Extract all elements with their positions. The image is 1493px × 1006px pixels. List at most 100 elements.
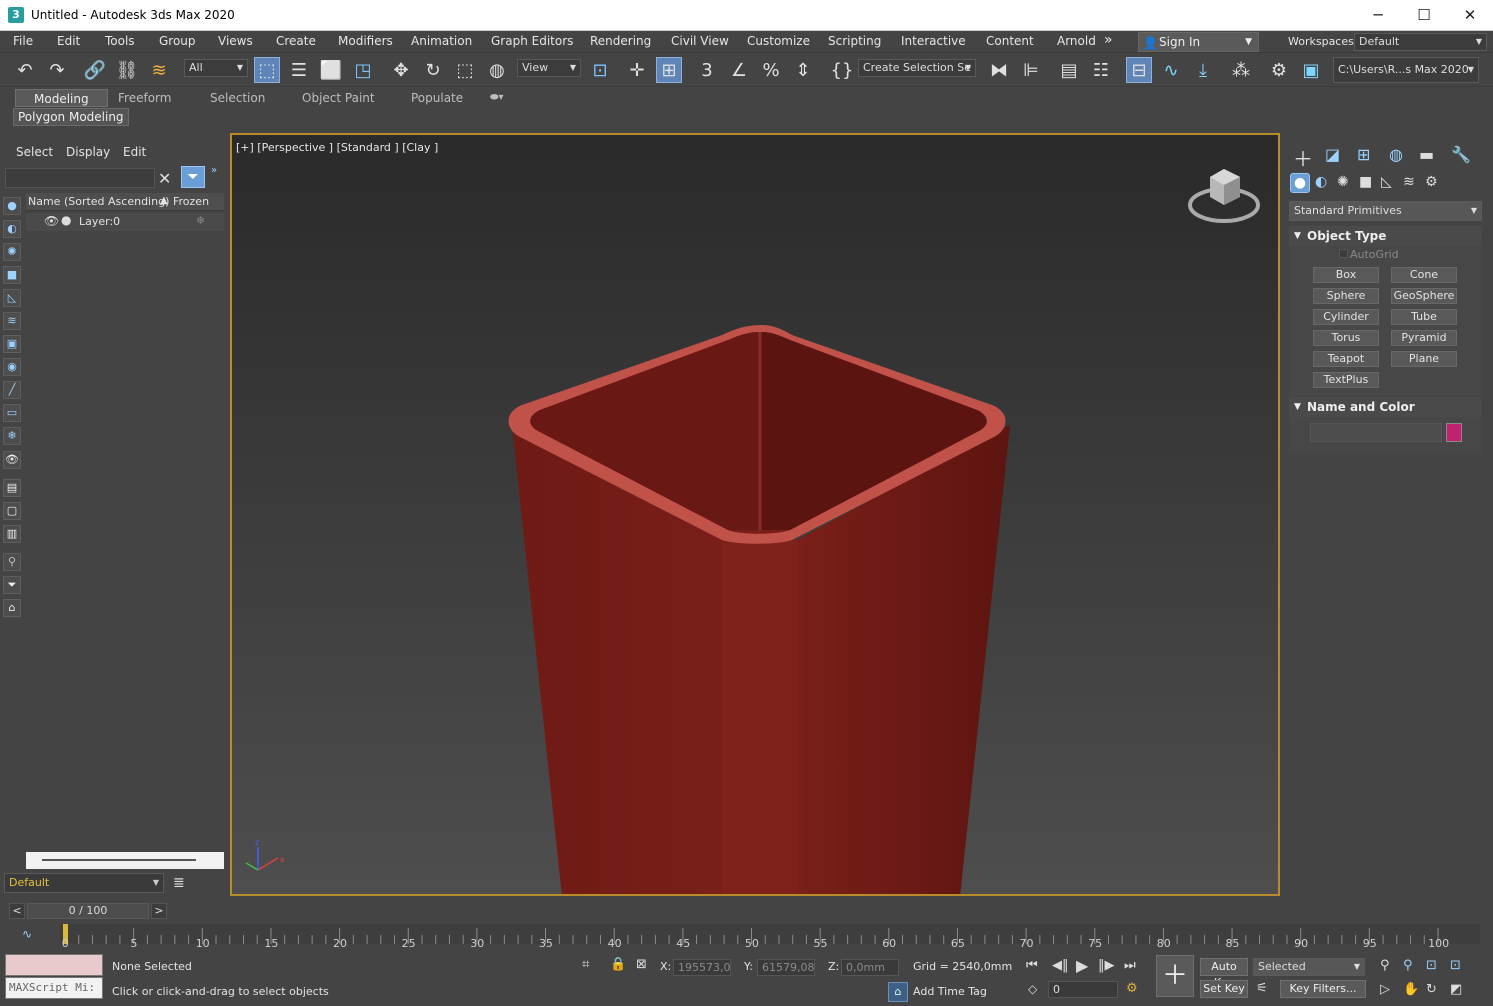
lights-filter-icon[interactable]: ✺ (3, 243, 21, 261)
scene-search-input[interactable] (5, 168, 155, 188)
lights-icon[interactable]: ✺ (1337, 174, 1349, 190)
align-icon[interactable]: ⊫ (1018, 57, 1044, 83)
tube-object[interactable] (508, 325, 1011, 894)
ribbon-tab-selection[interactable]: Selection (210, 89, 265, 107)
render-toggle-icon[interactable]: ● (61, 213, 71, 227)
layer-explorer-icon[interactable]: ☷ (1088, 57, 1114, 83)
cameras-filter-icon[interactable]: ■ (3, 266, 21, 284)
autogrid-checkbox[interactable] (1339, 249, 1348, 258)
layer-row[interactable]: 👁 ● Layer:0 ❄ (26, 213, 224, 231)
zoom-extents-icon[interactable]: ⊡ (1426, 958, 1437, 973)
menu-more-icon[interactable]: » (1104, 32, 1113, 48)
menu-edit[interactable]: Edit (57, 34, 80, 48)
add-time-tag[interactable]: Add Time Tag (913, 985, 987, 998)
selection-filter-dropdown[interactable]: All ▼ (184, 59, 248, 77)
link-icon[interactable]: 🔗 (82, 57, 108, 83)
menu-graph-editors[interactable]: Graph Editors (491, 34, 573, 48)
menu-modifiers[interactable]: Modifiers (338, 34, 393, 48)
selection-lock-icon[interactable]: 🔒 (610, 957, 626, 972)
menu-customize[interactable]: Customize (747, 34, 810, 48)
expand-icon[interactable]: » (211, 165, 217, 176)
menu-rendering[interactable]: Rendering (590, 34, 651, 48)
y-coord-field[interactable]: 61579,088 (757, 959, 815, 976)
zoom-extents-all-icon[interactable]: ⊡ (1450, 958, 1461, 973)
eye-icon[interactable]: 👁 (44, 214, 59, 228)
prev-frame-button[interactable]: < (9, 903, 25, 919)
menu-views[interactable]: Views (218, 34, 253, 48)
pan-icon[interactable]: ✋ (1403, 982, 1419, 997)
layers-icon[interactable]: ≣ (173, 875, 185, 891)
bind-space-warp-icon[interactable]: ≋ (146, 57, 172, 83)
select-manipulate-icon[interactable]: ✛ (624, 57, 650, 83)
key-filters-icon[interactable]: ⚟ (1256, 981, 1268, 996)
containers-filter-icon[interactable]: ▭ (3, 404, 21, 422)
scene-menu-edit[interactable]: Edit (123, 145, 146, 159)
xrefs-filter-icon[interactable]: ◉ (3, 358, 21, 376)
ribbon-tab-modeling[interactable]: Modeling (15, 89, 108, 107)
menu-create[interactable]: Create (276, 34, 316, 48)
create-tab-icon[interactable]: ＋ (1293, 143, 1313, 172)
spacewarps-icon[interactable]: ≋ (1403, 174, 1415, 190)
field-of-view-icon[interactable]: ▷ (1380, 982, 1390, 997)
sync-selection-icon[interactable]: ⌂ (3, 599, 21, 617)
ribbon-subtab-polygon-modeling[interactable]: Polygon Modeling (13, 108, 129, 126)
object-color-swatch[interactable] (1446, 423, 1462, 442)
menu-content[interactable]: Content (986, 34, 1034, 48)
find-filter-icon[interactable]: ⚲ (3, 553, 21, 571)
named-selection-dropdown[interactable]: Create Selection Se ▼ (858, 59, 976, 77)
frozen-column-header[interactable]: Frozen (173, 195, 209, 208)
name-color-rollout-header[interactable]: ▼ Name and Color (1289, 397, 1482, 417)
key-filters-button[interactable]: Key Filters... (1280, 980, 1366, 998)
set-key-button[interactable]: Set Key (1200, 980, 1248, 998)
viewport-perspective[interactable]: [+] [Perspective ] [Standard ] [Clay ] x… (230, 133, 1280, 896)
rendered-frame-window-icon[interactable]: ▣ (1298, 57, 1324, 83)
ref-coord-dropdown[interactable]: View ▼ (517, 59, 581, 77)
place-icon[interactable]: ◍ (484, 57, 510, 83)
scene-menu-display[interactable]: Display (66, 145, 110, 159)
select-object-icon[interactable]: ⬚ (254, 57, 280, 83)
helpers-icon[interactable]: ◺ (1381, 174, 1392, 190)
previous-key-icon[interactable]: ◀‖ (1052, 958, 1069, 973)
filter-icon[interactable]: ⏷ (181, 166, 205, 188)
auto-key-button[interactable]: Auto Key (1200, 958, 1248, 989)
mirror-icon[interactable]: ⧓ (986, 57, 1012, 83)
geosphere-button[interactable]: GeoSphere (1391, 288, 1457, 304)
menu-civil-view[interactable]: Civil View (671, 34, 729, 48)
rect-selection-icon[interactable]: ⬜ (318, 57, 344, 83)
menu-group[interactable]: Group (159, 34, 196, 48)
minimize-button[interactable]: ─ (1355, 0, 1401, 31)
systems-icon[interactable]: ⚙ (1425, 174, 1438, 190)
unlink-icon[interactable]: ⛓ (114, 57, 140, 83)
key-mode-dropdown[interactable]: Selected ▼ (1253, 958, 1365, 976)
geometry-icon[interactable]: ● (1290, 173, 1310, 193)
scene-menu-select[interactable]: Select (16, 145, 53, 159)
motion-tab-icon[interactable]: ◍ (1389, 145, 1403, 164)
ribbon-tab-object-paint[interactable]: Object Paint (302, 89, 375, 107)
viewcube-icon[interactable] (1188, 169, 1260, 223)
shapes-filter-icon[interactable]: ◐ (3, 220, 21, 238)
time-tag-icon[interactable]: ⌂ (888, 982, 908, 1002)
box-button[interactable]: Box (1313, 267, 1379, 283)
utilities-tab-icon[interactable]: 🔧 (1451, 145, 1471, 164)
menu-arnold[interactable]: Arnold (1057, 34, 1096, 48)
isolate-selection-icon[interactable]: ⌗ (582, 957, 589, 972)
cone-button[interactable]: Cone (1391, 267, 1457, 283)
key-mode-toggle-icon[interactable]: ◇ (1028, 982, 1037, 996)
menu-scripting[interactable]: Scripting (828, 34, 881, 48)
name-column-header[interactable]: Name (Sorted Ascending) (28, 195, 169, 208)
spinner-snap-icon[interactable]: ⇕ (790, 57, 816, 83)
toggle-ribbon-icon[interactable]: ⊟ (1126, 57, 1152, 83)
keyboard-shortcut-override-icon[interactable]: ⊞ (656, 57, 682, 83)
groups-filter-icon[interactable]: ▣ (3, 335, 21, 353)
menu-animation[interactable]: Animation (411, 34, 472, 48)
redo-icon[interactable]: ↷ (44, 57, 70, 83)
go-to-end-icon[interactable]: ⏭ (1124, 958, 1136, 973)
menu-tools[interactable]: Tools (105, 34, 135, 48)
x-coord-field[interactable]: 195573,06 (673, 959, 731, 976)
angle-snap-icon[interactable]: ∠ (726, 57, 752, 83)
set-keys-icon[interactable]: ＋ (1156, 955, 1194, 997)
clear-search-icon[interactable]: ✕ (158, 169, 171, 188)
sign-in-dropdown[interactable]: 👤 Sign In ▼ (1138, 32, 1259, 52)
curve-editor-mini-icon[interactable]: ∿ (22, 927, 32, 941)
object-type-rollout-header[interactable]: ▼ Object Type (1289, 226, 1482, 246)
